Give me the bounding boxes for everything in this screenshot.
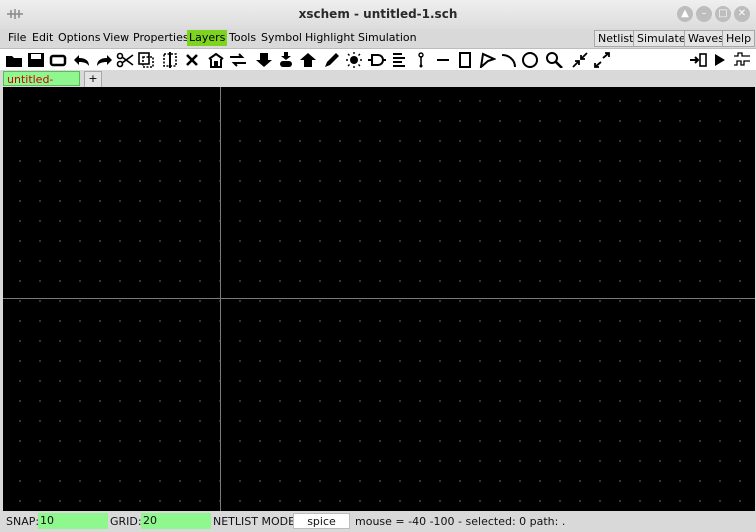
play-icon[interactable] — [710, 51, 730, 69]
copy-icon[interactable] — [136, 51, 156, 69]
open-folder-icon[interactable] — [4, 51, 24, 69]
title-bar[interactable]: xschem - untitled-1.sch ▲ – □ ✕ — [0, 0, 756, 30]
tab-bar: untitled-1.sch + — [0, 70, 756, 101]
maximize-icon[interactable]: □ — [715, 6, 731, 22]
menu-file[interactable]: File — [6, 30, 28, 46]
zoom-in-icon[interactable] — [570, 51, 590, 69]
menu-highlight[interactable]: Highlight — [303, 30, 357, 46]
xschem-window: xschem - untitled-1.sch ▲ – □ ✕ File Edi… — [0, 0, 756, 532]
snap-field[interactable]: 10 — [38, 513, 108, 529]
swap-icon[interactable] — [228, 51, 248, 69]
polygon-icon[interactable] — [477, 51, 497, 69]
window-title: xschem - untitled-1.sch — [298, 7, 458, 21]
search-icon[interactable] — [544, 51, 564, 69]
grid-label: GRID: — [110, 515, 142, 528]
undo-icon[interactable] — [72, 51, 92, 69]
descend-schematic-icon[interactable] — [206, 51, 226, 69]
schematic-canvas[interactable] — [3, 87, 755, 511]
menu-view[interactable]: View — [101, 30, 131, 46]
menu-edit[interactable]: Edit — [30, 30, 55, 46]
brightness-icon[interactable] — [344, 51, 364, 69]
save-icon[interactable] — [26, 51, 46, 69]
netlist-lines-icon[interactable] — [389, 51, 409, 69]
delete-icon[interactable] — [182, 51, 202, 69]
minimize-icon[interactable]: – — [696, 6, 712, 22]
grid-field[interactable]: 20 — [141, 513, 211, 529]
netlist-mode-label: NETLIST MODE: — [213, 515, 299, 528]
simulate-button[interactable]: Simulate — [633, 30, 690, 47]
snap-label: SNAP: — [6, 515, 40, 528]
menu-bar: File Edit Options View Properties Layers… — [0, 29, 756, 47]
help-button[interactable]: Help — [722, 30, 756, 47]
toolbar — [0, 48, 756, 72]
circle-icon[interactable] — [520, 51, 540, 69]
redo-icon[interactable] — [94, 51, 114, 69]
rectangle-icon[interactable] — [455, 51, 475, 69]
pin-icon[interactable] — [411, 51, 431, 69]
pencil-icon[interactable] — [322, 51, 342, 69]
cut-icon[interactable] — [115, 51, 135, 69]
line-icon[interactable] — [433, 51, 453, 69]
place-symbol-icon[interactable] — [367, 51, 387, 69]
tab-untitled-1[interactable]: untitled-1.sch — [3, 71, 80, 101]
reload-icon[interactable] — [48, 51, 68, 69]
x-axis-line — [3, 298, 755, 299]
push-down-icon[interactable] — [254, 51, 274, 69]
menu-symbol[interactable]: Symbol — [259, 30, 304, 46]
y-axis-line — [220, 87, 221, 511]
add-tab-button[interactable]: + — [84, 71, 102, 88]
mouse-info: mouse = -40 -100 - selected: 0 path: . — [355, 515, 566, 528]
menu-layers[interactable]: Layers — [187, 30, 228, 46]
menu-options[interactable]: Options — [56, 30, 102, 46]
descend-symbol-icon[interactable] — [276, 51, 296, 69]
menu-properties[interactable]: Properties — [131, 30, 191, 46]
insert-icon[interactable] — [688, 51, 708, 69]
shade-icon[interactable]: ▲ — [677, 6, 693, 22]
netlist-button[interactable]: Netlist — [594, 30, 638, 47]
paste-icon[interactable] — [160, 51, 180, 69]
netlist-mode-button[interactable]: spice — [293, 513, 350, 529]
waveform-icon[interactable] — [732, 51, 752, 69]
menu-simulation[interactable]: Simulation — [356, 30, 419, 46]
status-bar: SNAP: 10 GRID: 20 NETLIST MODE: spice mo… — [0, 511, 756, 532]
go-up-icon[interactable] — [298, 51, 318, 69]
zoom-full-icon[interactable] — [592, 51, 612, 69]
close-icon[interactable]: ✕ — [734, 6, 750, 22]
menu-tools[interactable]: Tools — [227, 30, 258, 46]
arc-icon[interactable] — [499, 51, 519, 69]
